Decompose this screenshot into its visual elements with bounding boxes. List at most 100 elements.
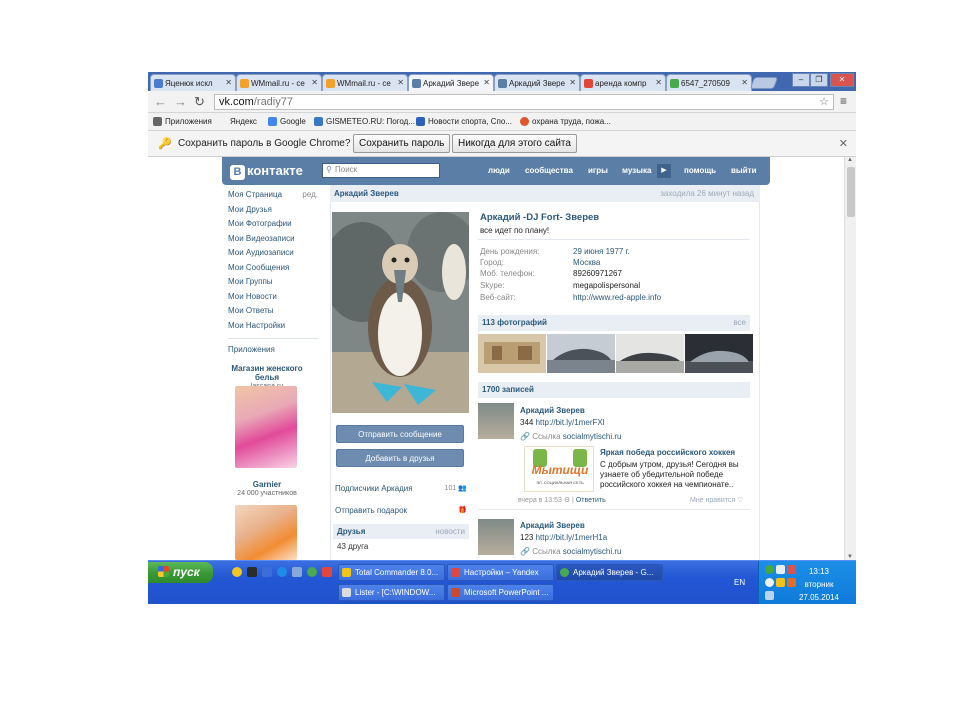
skype-tray-icon[interactable] xyxy=(765,565,774,574)
followers-link[interactable]: Подписчики Аркадия 101 👥 xyxy=(335,484,467,493)
ie-icon[interactable] xyxy=(277,567,287,577)
photo-thumbnail[interactable] xyxy=(478,334,546,373)
menu-my-news[interactable]: Мои Новости xyxy=(228,292,318,307)
profile-photo[interactable] xyxy=(332,212,469,413)
add-friend-button[interactable]: Добавить в друзья xyxy=(336,449,464,467)
bookmark-gismeteo[interactable]: GISMETEO.RU: Погод... xyxy=(314,117,415,126)
save-password-button[interactable]: Сохранить пароль xyxy=(353,134,451,153)
menu-my-messages[interactable]: Мои Сообщения xyxy=(228,263,318,278)
taskbar-item-total-commander[interactable]: Total Commander 8.0... xyxy=(338,564,445,581)
taskbar-item-chrome[interactable]: Аркадий Зверев - G... xyxy=(556,564,663,581)
start-button[interactable]: пуск xyxy=(148,562,213,583)
tab-close-icon[interactable]: ✕ xyxy=(311,78,318,87)
quick-launch-icon[interactable] xyxy=(232,567,242,577)
bookmark-yandex[interactable]: Яндекс xyxy=(230,117,257,126)
friends-news-link[interactable]: новости xyxy=(435,527,465,536)
tray-icon[interactable] xyxy=(765,578,774,587)
menu-my-settings[interactable]: Мои Настройки xyxy=(228,321,318,336)
back-arrow-icon[interactable]: ← xyxy=(154,94,167,109)
post-author[interactable]: Аркадий Зверев xyxy=(520,406,585,415)
photos-header-bar[interactable]: 113 фотографий все xyxy=(478,315,750,331)
tab-close-icon[interactable]: ✕ xyxy=(569,78,576,87)
reload-icon[interactable]: ↻ xyxy=(194,94,205,110)
menu-my-groups[interactable]: Мои Группы xyxy=(228,277,318,292)
send-gift-link[interactable]: Отправить подарок 🎁 xyxy=(335,506,467,515)
scroll-up-icon[interactable]: ▲ xyxy=(847,157,853,163)
music-play-icon[interactable]: ▶ xyxy=(657,164,671,178)
tab-close-icon[interactable]: ✕ xyxy=(655,78,662,87)
bookmark-google[interactable]: Google xyxy=(268,117,306,126)
posts-header-bar[interactable]: 1700 записей xyxy=(478,382,750,398)
page-scrollbar[interactable]: ▲ ▼ xyxy=(844,157,856,560)
browser-tab-active[interactable]: Аркадий Звере ✕ xyxy=(408,74,494,91)
infobar-close-icon[interactable]: ✕ xyxy=(839,137,848,150)
browser-tab[interactable]: 6547_270509 ✕ xyxy=(666,74,752,91)
menu-my-page[interactable]: Моя Страница ред. xyxy=(228,190,318,205)
post-link-source[interactable]: 🔗 Ссылка socialmytischi.ru xyxy=(520,547,621,556)
menu-my-answers[interactable]: Мои Ответы xyxy=(228,306,318,321)
vk-search-input[interactable]: ⚲ Поиск xyxy=(322,163,440,178)
post-avatar[interactable] xyxy=(478,403,514,439)
browser-tab[interactable]: аренда компр ✕ xyxy=(580,74,666,91)
menu-my-audio[interactable]: Мои Аудиозаписи xyxy=(228,248,318,263)
tab-close-icon[interactable]: ✕ xyxy=(225,78,232,87)
browser-tab[interactable]: WMmail.ru - се ✕ xyxy=(236,74,322,91)
send-message-button[interactable]: Отправить сообщение xyxy=(336,425,464,443)
yandex-icon[interactable] xyxy=(322,567,332,577)
reply-link[interactable]: Ответить xyxy=(576,497,606,504)
browser-tab[interactable]: Аркадий Звере ✕ xyxy=(494,74,580,91)
nav-logout[interactable]: выйти xyxy=(731,166,757,175)
post-avatar[interactable] xyxy=(478,519,514,555)
never-save-password-button[interactable]: Никогда для этого сайта xyxy=(452,134,577,153)
like-button[interactable]: Мне нравится ♡ xyxy=(690,496,743,504)
post-author[interactable]: Аркадий Зверев xyxy=(520,521,585,530)
bookmark-labor-safety[interactable]: охрана труда, пожа... xyxy=(520,117,611,126)
vk-logo[interactable]: Вконтакте xyxy=(230,163,303,180)
quick-launch-icon[interactable] xyxy=(262,567,272,577)
scrollbar-thumb[interactable] xyxy=(847,167,855,217)
close-window-button[interactable]: ✕ xyxy=(830,73,854,87)
chrome-icon[interactable] xyxy=(307,567,317,577)
browser-tab[interactable]: WMmail.ru - се ✕ xyxy=(322,74,408,91)
bookmark-star-icon[interactable]: ☆ xyxy=(819,95,829,108)
photos-all-link[interactable]: все xyxy=(733,318,746,327)
photo-thumbnail[interactable] xyxy=(547,334,615,373)
nav-games[interactable]: игры xyxy=(588,166,608,175)
friends-header-bar[interactable]: Друзья новости xyxy=(333,524,469,539)
taskbar-item-powerpoint[interactable]: Microsoft PowerPoint ... xyxy=(447,584,554,601)
new-tab-button[interactable] xyxy=(749,77,779,89)
menu-my-videos[interactable]: Мои Видеозаписи xyxy=(228,234,318,249)
address-bar[interactable]: vk.com/radiy77 ☆ xyxy=(214,94,834,110)
tab-close-icon[interactable]: ✕ xyxy=(397,78,404,87)
nav-help[interactable]: помощь xyxy=(684,166,716,175)
menu-my-photos[interactable]: Мои Фотографии xyxy=(228,219,318,234)
menu-applications[interactable]: Приложения xyxy=(228,345,318,360)
snippet-title[interactable]: Яркая победа российского хоккея xyxy=(600,448,735,457)
menu-my-friends[interactable]: Мои Друзья xyxy=(228,205,318,220)
minimize-button[interactable]: – xyxy=(792,73,810,87)
browser-tab[interactable]: Яценюк искл ✕ xyxy=(150,74,236,91)
taskbar-item-yandex[interactable]: Настройки – Yandex xyxy=(447,564,554,581)
photo-thumbnail[interactable] xyxy=(616,334,684,373)
bookmark-sport-news[interactable]: Новости спорта, Спо... xyxy=(416,117,512,126)
snippet-image[interactable]: Мытищи ЭЛ. СОЦИАЛЬНАЯ СЕТЬ xyxy=(524,446,594,492)
menu-edit-link[interactable]: ред. xyxy=(302,190,318,199)
tab-close-icon[interactable]: ✕ xyxy=(741,78,748,87)
photo-thumbnail[interactable] xyxy=(685,334,753,373)
ad-block[interactable]: Garnier 24 000 участников xyxy=(228,480,306,497)
profile-status[interactable]: все идет по плану! xyxy=(480,226,549,235)
forward-arrow-icon[interactable]: → xyxy=(174,94,187,109)
nav-music[interactable]: музыка xyxy=(622,166,651,175)
chrome-menu-icon[interactable]: ≡ xyxy=(840,94,847,108)
post-link-source[interactable]: 🔗 Ссылка socialmytischi.ru xyxy=(520,432,621,441)
bookmark-apps[interactable]: Приложения xyxy=(153,117,212,126)
quick-launch-icon[interactable] xyxy=(247,567,257,577)
nav-communities[interactable]: сообщества xyxy=(525,166,573,175)
settings-icon[interactable]: ⚙ xyxy=(564,497,570,504)
ad-image[interactable] xyxy=(235,386,297,468)
tab-close-icon[interactable]: ✕ xyxy=(483,78,490,87)
taskbar-item-lister[interactable]: Lister - [C:\WINDOW... xyxy=(338,584,445,601)
language-indicator[interactable]: EN xyxy=(734,578,745,587)
tray-icon[interactable] xyxy=(765,591,774,600)
restore-button[interactable]: ❐ xyxy=(810,73,828,87)
